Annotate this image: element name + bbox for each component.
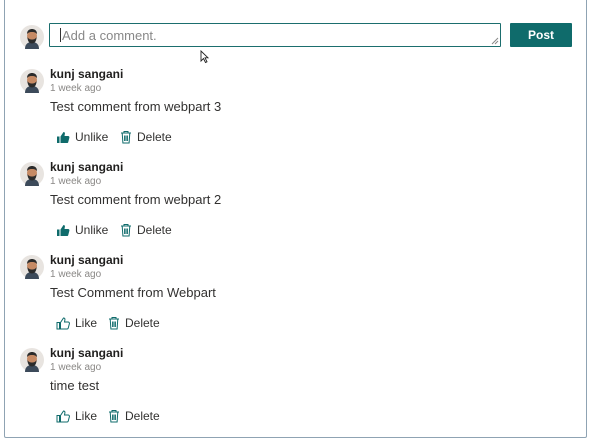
delete-button[interactable]: Delete <box>108 316 160 330</box>
comment-item: kunj sangani 1 week ago Test comment fro… <box>0 64 600 157</box>
thumbs-up-outline-icon <box>56 316 70 329</box>
like-button-label: Unlike <box>75 130 109 144</box>
thumbs-up-filled-icon <box>57 224 70 236</box>
comment-text: Test comment from webpart 2 <box>50 192 222 207</box>
comment-input[interactable]: Add a comment. <box>49 23 501 47</box>
comment-text: Test comment from webpart 3 <box>50 99 222 114</box>
comment-text: time test <box>50 378 100 393</box>
comment-timestamp: 1 week ago <box>50 83 102 94</box>
comment-timestamp: 1 week ago <box>50 362 102 373</box>
like-button[interactable]: Unlike <box>56 130 108 144</box>
user-avatar-icon <box>20 162 44 186</box>
user-avatar-icon <box>20 25 44 49</box>
comment-item: kunj sangani 1 week ago Test comment fro… <box>0 157 600 250</box>
delete-button-label: Delete <box>125 316 160 330</box>
delete-button-label: Delete <box>137 130 172 144</box>
delete-button[interactable]: Delete <box>120 130 172 144</box>
resize-grip-icon[interactable] <box>491 37 499 45</box>
comment-input-placeholder: Add a comment. <box>62 28 157 43</box>
comment-item: kunj sangani 1 week ago Test Comment fro… <box>0 250 600 343</box>
thumbs-up-outline-icon <box>56 409 70 422</box>
delete-button-label: Delete <box>125 409 160 423</box>
delete-button-label: Delete <box>137 223 172 237</box>
like-button-label: Unlike <box>75 223 109 237</box>
delete-button[interactable]: Delete <box>120 223 172 237</box>
comment-author: kunj sangani <box>50 346 124 360</box>
thumbs-up-filled-icon <box>57 131 70 143</box>
like-button[interactable]: Unlike <box>56 223 108 237</box>
comment-item: kunj sangani 1 week ago time test Like D… <box>0 343 600 436</box>
post-button[interactable]: Post <box>510 23 572 47</box>
trash-icon <box>109 410 119 423</box>
like-button[interactable]: Like <box>56 409 97 423</box>
comment-timestamp: 1 week ago <box>50 269 102 280</box>
user-avatar-icon <box>20 348 44 372</box>
like-button-label: Like <box>75 409 98 423</box>
delete-button[interactable]: Delete <box>108 409 160 423</box>
mouse-cursor-icon <box>200 50 210 64</box>
text-caret <box>60 28 61 42</box>
comment-author: kunj sangani <box>50 67 124 81</box>
trash-icon <box>121 131 131 144</box>
trash-icon <box>121 224 131 237</box>
trash-icon <box>109 317 119 330</box>
comment-author: kunj sangani <box>50 253 124 267</box>
user-avatar-icon <box>20 255 44 279</box>
comment-timestamp: 1 week ago <box>50 176 102 187</box>
like-button[interactable]: Like <box>56 316 97 330</box>
user-avatar-icon <box>20 69 44 93</box>
comment-text: Test Comment from Webpart <box>50 285 216 300</box>
like-button-label: Like <box>75 316 98 330</box>
comment-author: kunj sangani <box>50 160 124 174</box>
